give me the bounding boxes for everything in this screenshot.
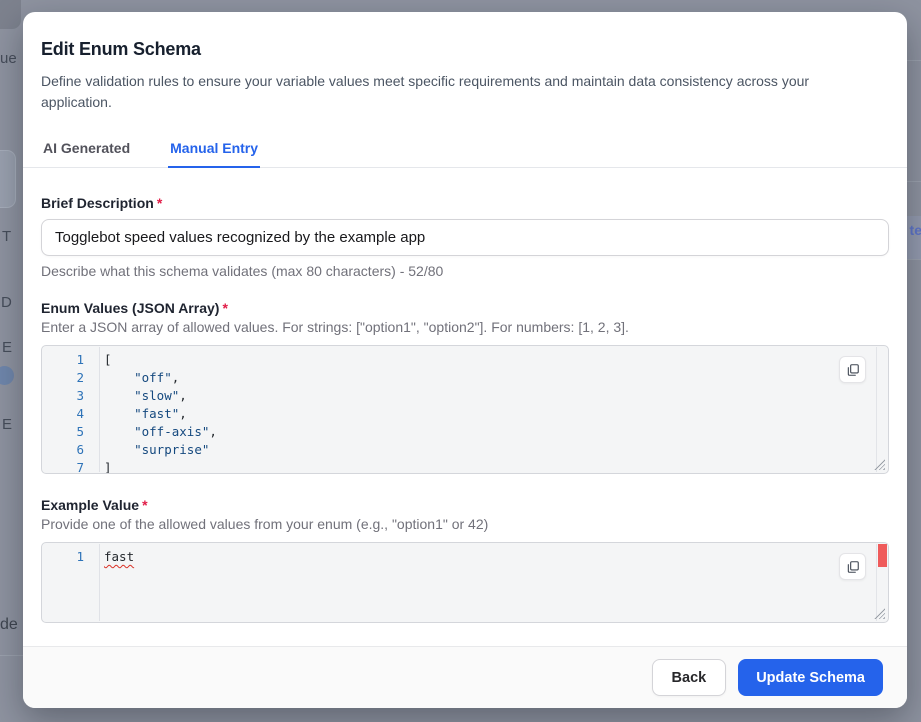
modal-body: Brief Description* Describe what this sc… <box>23 168 907 646</box>
line-number: 1 <box>42 351 99 369</box>
line-number: 5 <box>42 423 99 441</box>
backdrop-divider <box>907 60 921 61</box>
code-token <box>104 406 134 421</box>
backdrop-link-fragment: te <box>910 222 921 238</box>
example-value-field: Example Value* Provide one of the allowe… <box>41 497 889 623</box>
line-number: 7 <box>42 459 99 474</box>
copy-button[interactable] <box>839 553 866 580</box>
label-text: Example Value <box>41 497 139 513</box>
backdrop-divider <box>0 655 23 656</box>
edit-enum-schema-modal: Edit Enum Schema Define validation rules… <box>23 12 907 708</box>
code-token <box>104 442 134 457</box>
backdrop-pill-fragment <box>0 150 16 208</box>
backdrop-text-fragment: E <box>2 416 12 433</box>
code-line: 1 fast <box>42 548 888 566</box>
line-number: 6 <box>42 441 99 459</box>
code-content[interactable]: "off-axis", <box>99 423 217 441</box>
brief-description-input[interactable] <box>41 219 889 256</box>
tab-manual-entry[interactable]: Manual Entry <box>168 136 260 168</box>
enum-values-helper: Enter a JSON array of allowed values. Fo… <box>41 319 889 335</box>
code-content[interactable]: "fast", <box>99 405 187 423</box>
code-lines: 1 fast <box>42 543 888 566</box>
screen: { "backdrop": { "fragments": { "left_top… <box>0 0 921 722</box>
required-asterisk: * <box>222 300 227 316</box>
copy-button[interactable] <box>839 356 866 383</box>
example-value-editor[interactable]: 1 fast <box>41 542 889 623</box>
enum-values-editor[interactable]: 1[2 "off",3 "slow",4 "fast",5 "off-axis"… <box>41 345 889 474</box>
code-line: 1[ <box>42 351 888 369</box>
code-token: fast <box>104 549 134 564</box>
brief-description-label: Brief Description* <box>41 195 889 211</box>
code-line: 5 "off-axis", <box>42 423 888 441</box>
code-content[interactable]: "off", <box>99 369 179 387</box>
backdrop-divider <box>907 259 921 260</box>
copy-icon <box>846 560 860 574</box>
modal-footer: Back Update Schema <box>23 646 907 708</box>
code-token: "surprise" <box>134 442 209 457</box>
required-asterisk: * <box>157 195 162 211</box>
backdrop-text-fragment: de <box>0 616 18 634</box>
code-content[interactable]: [ <box>99 351 112 369</box>
code-token: [ <box>104 352 112 367</box>
required-asterisk: * <box>142 497 147 513</box>
backdrop-text-fragment: E <box>2 339 12 356</box>
modal-description: Define validation rules to ensure your v… <box>41 71 875 113</box>
copy-icon <box>846 363 860 377</box>
label-text: Enum Values (JSON Array) <box>41 300 219 316</box>
backdrop-divider <box>907 181 921 182</box>
error-annotation-marker <box>878 544 887 567</box>
code-token: "off-axis" <box>134 424 209 439</box>
code-content[interactable]: "surprise" <box>99 441 209 459</box>
brief-description-helper: Describe what this schema validates (max… <box>41 263 889 279</box>
code-token: , <box>179 406 187 421</box>
code-lines: 1[2 "off",3 "slow",4 "fast",5 "off-axis"… <box>42 346 888 474</box>
back-button[interactable]: Back <box>652 659 727 696</box>
code-line: 2 "off", <box>42 369 888 387</box>
backdrop-card-corner <box>0 0 21 29</box>
line-number: 4 <box>42 405 99 423</box>
code-line: 4 "fast", <box>42 405 888 423</box>
code-line: 6 "surprise" <box>42 441 888 459</box>
update-schema-button[interactable]: Update Schema <box>738 659 883 696</box>
code-token: ] <box>104 460 112 474</box>
code-content[interactable]: fast <box>99 548 134 566</box>
backdrop-text-fragment: ue <box>0 50 16 67</box>
code-token: , <box>179 388 187 403</box>
code-line: 7] <box>42 459 888 474</box>
code-token: "fast" <box>134 406 179 421</box>
line-number: 2 <box>42 369 99 387</box>
code-content[interactable]: "slow", <box>99 387 187 405</box>
label-text: Brief Description <box>41 195 154 211</box>
backdrop-text-fragment: T <box>2 228 11 245</box>
example-value-label: Example Value* <box>41 497 889 513</box>
line-number: 1 <box>42 548 99 566</box>
modal-header: Edit Enum Schema Define validation rules… <box>23 12 907 113</box>
code-token: "off" <box>134 370 172 385</box>
backdrop-text-fragment: D <box>1 294 12 311</box>
code-token <box>104 370 134 385</box>
brief-description-field: Brief Description* Describe what this sc… <box>41 195 889 279</box>
line-number: 3 <box>42 387 99 405</box>
code-token <box>104 424 134 439</box>
enum-values-field: Enum Values (JSON Array)* Enter a JSON a… <box>41 300 889 474</box>
code-line: 3 "slow", <box>42 387 888 405</box>
tab-bar: AI Generated Manual Entry <box>23 136 907 168</box>
tab-ai-generated[interactable]: AI Generated <box>41 136 132 168</box>
code-token: "slow" <box>134 388 179 403</box>
code-content[interactable]: ] <box>99 459 112 474</box>
backdrop-avatar-fragment <box>0 366 14 385</box>
code-token: , <box>209 424 217 439</box>
example-value-helper: Provide one of the allowed values from y… <box>41 516 889 532</box>
enum-values-label: Enum Values (JSON Array)* <box>41 300 889 316</box>
code-token <box>104 388 134 403</box>
modal-title: Edit Enum Schema <box>41 39 889 60</box>
code-token: , <box>172 370 180 385</box>
